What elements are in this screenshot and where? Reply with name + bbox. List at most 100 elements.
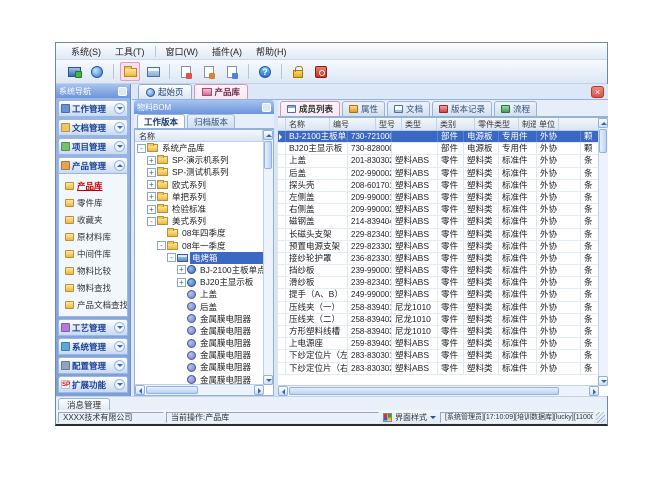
content-tab[interactable]: 文档 <box>387 101 430 116</box>
scroll-up-icon[interactable] <box>263 130 273 140</box>
toolbar-button[interactable] <box>288 62 308 81</box>
column-header[interactable]: 型号 <box>376 118 402 130</box>
scroll-down-icon[interactable] <box>263 375 273 385</box>
tree-node[interactable]: 后盖 <box>135 300 263 312</box>
tree-node[interactable]: 电烤箱 <box>135 252 263 264</box>
column-header[interactable]: 编号 <box>330 118 376 130</box>
tree-expander-icon[interactable] <box>177 363 186 372</box>
table-vertical-scrollbar[interactable] <box>598 118 608 386</box>
sidebar-group[interactable]: 工艺管理 <box>58 319 128 336</box>
scroll-left-icon[interactable] <box>135 385 145 395</box>
tree-node[interactable]: SP-测试机系列 <box>135 166 263 178</box>
tree-expander-icon[interactable] <box>157 229 166 238</box>
tree-expander-icon[interactable] <box>177 278 186 287</box>
tree-expander-icon[interactable] <box>147 192 156 201</box>
scroll-thumb[interactable] <box>264 141 272 169</box>
style-picker[interactable]: 界面样式 <box>381 412 438 423</box>
table-row[interactable]: 方形塑料线槽 258-839403-00E 尼龙1010 零件 塑料类 标准件 … <box>278 326 598 338</box>
sidebar-group[interactable]: 文档管理 <box>58 119 128 136</box>
document-tab[interactable]: 起始页 <box>138 84 192 99</box>
toolbar-button[interactable] <box>311 62 331 81</box>
sidebar-group[interactable]: 产品管理 <box>58 157 128 174</box>
document-tab[interactable]: 产品库 <box>194 84 249 99</box>
tree-node[interactable]: SP-演示机系列 <box>135 154 263 166</box>
version-tab[interactable]: 归档版本 <box>187 114 235 128</box>
menu-item[interactable]: 插件(A) <box>205 44 249 59</box>
sidebar-item[interactable]: 零件库 <box>59 194 127 211</box>
toolbar-button[interactable] <box>222 62 242 81</box>
tree-vertical-scrollbar[interactable] <box>263 130 273 385</box>
tree-expander-icon[interactable] <box>147 156 156 165</box>
bom-panel-pin-icon[interactable] <box>262 103 271 112</box>
tree-expander-icon[interactable] <box>147 168 156 177</box>
sidebar-item[interactable]: 物料比较 <box>59 262 127 279</box>
toolbar-button[interactable] <box>87 62 107 81</box>
table-row[interactable]: 探头壳 208-601701-01E 塑料ABS 零件 塑料类 标准件 外协 条 <box>278 180 598 192</box>
column-header[interactable]: 制造方式 <box>519 118 536 130</box>
toolbar-button[interactable] <box>199 62 219 81</box>
toolbar-button[interactable] <box>113 64 114 79</box>
tree-node[interactable]: 检验标准 <box>135 203 263 215</box>
table-row[interactable]: 压线夹（二） 258-839402-00E 尼龙1010 零件 塑料类 标准件 … <box>278 314 598 326</box>
chevron-icon[interactable] <box>114 341 125 352</box>
tree-expander-icon[interactable] <box>177 326 186 335</box>
scroll-thumb[interactable] <box>289 387 559 395</box>
sidebar-group[interactable]: 工作管理 <box>58 100 128 117</box>
tree-expander-icon[interactable] <box>167 253 176 262</box>
table-row[interactable]: BJ20主显示板 730-828000-04E 部件 电源板 专用件 外协 颗 <box>278 143 598 155</box>
chevron-icon[interactable] <box>114 322 125 333</box>
tree-node[interactable]: 系统产品库 <box>135 142 263 154</box>
table-row[interactable]: 右侧盖 209-990002-01E 塑料ABS 零件 塑料类 标准件 外协 条 <box>278 204 598 216</box>
sidebar-item[interactable]: 产品库 <box>59 177 127 194</box>
tree-column-header[interactable]: 名称 <box>135 130 263 142</box>
table-row[interactable]: 压线夹（一） 258-839401-00E 尼龙1010 零件 塑料类 标准件 … <box>278 302 598 314</box>
column-header[interactable]: 零件类型 <box>475 118 519 130</box>
tree-node[interactable]: 金属膜电阻器 <box>135 337 263 349</box>
table-row[interactable]: 预置电源支架 229-823302-00E 塑料ABS 零件 塑料类 标准件 外… <box>278 241 598 253</box>
tree-expander-icon[interactable] <box>157 241 166 250</box>
chevron-icon[interactable] <box>114 122 125 133</box>
scroll-right-icon[interactable] <box>589 386 599 396</box>
tree-expander-icon[interactable] <box>177 351 186 360</box>
close-tab-button[interactable]: × <box>591 86 604 98</box>
content-tab[interactable]: 成员列表 <box>280 101 340 116</box>
tree-node[interactable]: 金属膜电阻器 <box>135 325 263 337</box>
tree-expander-icon[interactable] <box>137 144 146 153</box>
toolbar-button[interactable] <box>176 62 196 81</box>
table-row[interactable]: 上盖 201-830302-00E 塑料ABS 零件 塑料类 标准件 外协 条 <box>278 155 598 167</box>
sidebar-item[interactable]: 原材料库 <box>59 228 127 245</box>
content-tab[interactable]: 流程 <box>494 101 537 116</box>
tree-expander-icon[interactable] <box>177 302 186 311</box>
scroll-thumb[interactable] <box>599 129 607 153</box>
toolbar-button[interactable] <box>255 62 275 81</box>
table-row[interactable]: 提手（A、B） 249-990001-01E 塑料ABS 零件 塑料类 标准件 … <box>278 289 598 301</box>
table-row[interactable]: 上电源座 259-839403-00E 塑料ABS 零件 塑料类 标准件 外协 … <box>278 338 598 350</box>
tree-node[interactable]: 单把系列 <box>135 191 263 203</box>
tree-node[interactable]: 金属膜电阻器 <box>135 361 263 373</box>
tree-expander-icon[interactable] <box>177 314 186 323</box>
sidebar-item[interactable]: 收藏夹 <box>59 211 127 228</box>
tree-expander-icon[interactable] <box>177 375 186 384</box>
toolbar-button[interactable] <box>281 64 282 79</box>
tree-expander-icon[interactable] <box>177 339 186 348</box>
toolbar-button[interactable] <box>64 62 84 81</box>
content-tab[interactable]: 版本记录 <box>432 101 492 116</box>
tree-node[interactable]: 08年四季度 <box>135 227 263 239</box>
scroll-down-icon[interactable] <box>598 376 608 386</box>
table-row[interactable]: 挡纱板 239-990001-01E 塑料ABS 零件 塑料类 标准件 外协 条 <box>278 265 598 277</box>
chevron-icon[interactable] <box>114 103 125 114</box>
tree-expander-icon[interactable] <box>147 180 156 189</box>
tree-horizontal-scrollbar[interactable] <box>135 384 264 395</box>
sidebar-item[interactable]: 物料查找 <box>59 279 127 296</box>
tree-node[interactable]: 欧式系列 <box>135 179 263 191</box>
resize-grip[interactable] <box>596 412 605 423</box>
scroll-up-icon[interactable] <box>598 118 608 128</box>
content-tab[interactable]: 属性 <box>342 101 385 116</box>
tree-node[interactable]: 金属膜电阻器 <box>135 313 263 325</box>
toolbar-button[interactable] <box>169 64 170 79</box>
scroll-left-icon[interactable] <box>278 386 288 396</box>
tree-expander-icon[interactable] <box>147 217 156 226</box>
tree-node[interactable]: 美式系列 <box>135 215 263 227</box>
table-row[interactable]: 下纱定位片（左） 283-830301-00E 塑料ABS 零件 塑料类 标准件… <box>278 350 598 362</box>
chevron-icon[interactable] <box>114 379 125 390</box>
